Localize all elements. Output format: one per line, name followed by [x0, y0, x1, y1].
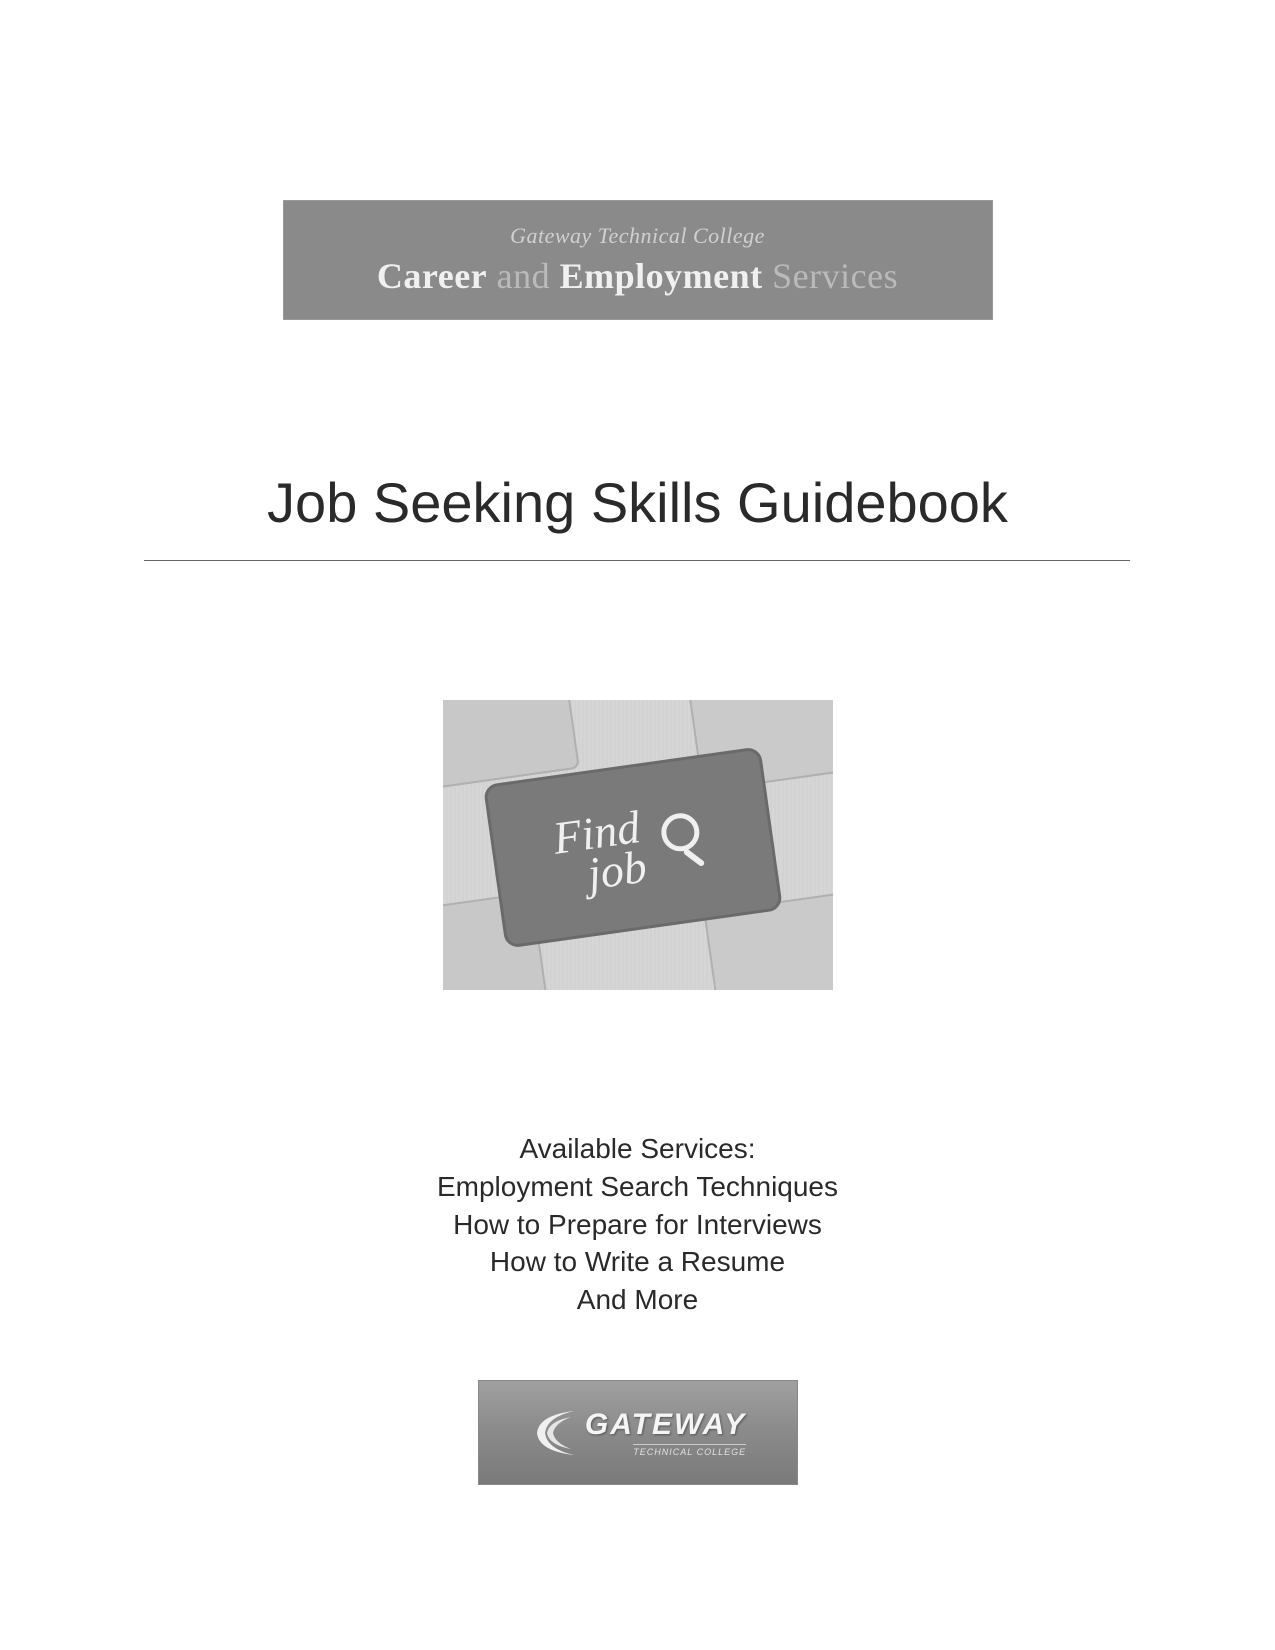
- service-item: And More: [0, 1281, 1275, 1319]
- gateway-logo: GATEWAY TECHNICAL COLLEGE: [478, 1380, 798, 1485]
- service-item: Employment Search Techniques: [0, 1168, 1275, 1206]
- magnifying-glass-icon: [651, 809, 714, 872]
- key-label: Find job: [549, 807, 648, 897]
- banner-department: Career and Employment Services: [284, 255, 992, 297]
- logo-text: GATEWAY: [585, 1408, 746, 1442]
- services-list: Available Services: Employment Search Te…: [0, 1130, 1275, 1319]
- page-title: Job Seeking Skills Guidebook: [0, 470, 1275, 535]
- service-item: How to Write a Resume: [0, 1243, 1275, 1281]
- department-banner: Gateway Technical College Career and Emp…: [283, 200, 993, 320]
- logo-swoosh-icon: [529, 1403, 579, 1463]
- banner-institution: Gateway Technical College: [284, 223, 992, 249]
- title-divider: [144, 560, 1130, 561]
- services-heading: Available Services:: [0, 1130, 1275, 1168]
- service-item: How to Prepare for Interviews: [0, 1206, 1275, 1244]
- logo-subtext: TECHNICAL COLLEGE: [633, 1444, 746, 1457]
- keyboard-image: Find job: [443, 700, 833, 990]
